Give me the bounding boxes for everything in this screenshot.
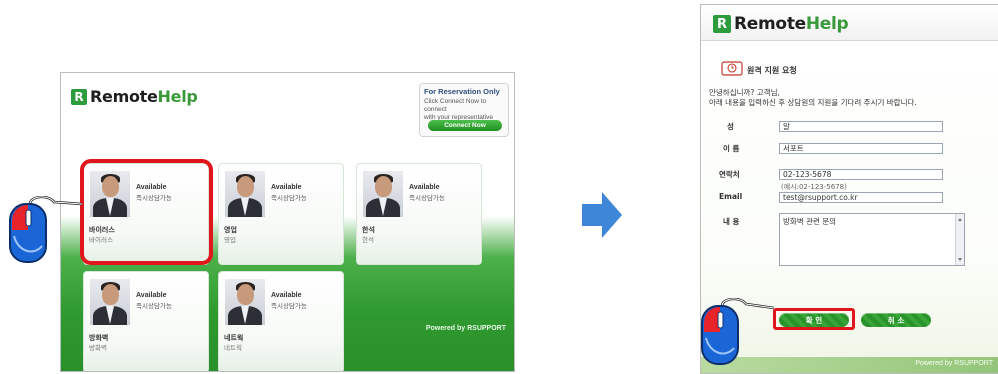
- request-title: 원격 지원 요청: [721, 60, 797, 80]
- surname-input[interactable]: 알: [779, 121, 943, 132]
- agent-status-en: Available: [136, 292, 167, 299]
- cancel-button[interactable]: 취 소: [861, 313, 931, 327]
- agent-status-ko: 즉시상담가능: [271, 303, 307, 310]
- agent-sub: 바이러스: [89, 237, 113, 244]
- agent-card[interactable]: Available 즉시상담가능 한석 한석: [356, 163, 482, 265]
- content-text: 방화벽 관련 문의: [783, 217, 837, 226]
- agent-selection-window: R RemoteHelp For Reservation Only Click …: [60, 72, 515, 372]
- agent-photo: [225, 171, 265, 217]
- agent-card[interactable]: Available 즉시상담가능 방화벽 방화벽: [83, 271, 209, 371]
- textarea-scrollbar[interactable]: [955, 214, 964, 265]
- logo-text-remote: Remote: [90, 87, 158, 106]
- agent-sub: 네트웍: [224, 345, 242, 352]
- mouse-icon: [700, 297, 780, 374]
- agent-status-en: Available: [409, 184, 440, 191]
- greeting-line2: 아래 내용을 입력하신 후 상담원의 지원을 기다려 주시기 바랍니다.: [709, 98, 917, 107]
- agent-photo: [90, 171, 130, 217]
- scroll-up-icon[interactable]: [958, 218, 962, 221]
- greeting-line1: 안녕하십니까? 고객님,: [709, 88, 780, 97]
- agent-status-ko: 즉시상담가능: [136, 303, 172, 310]
- agent-status-en: Available: [136, 184, 167, 191]
- connect-now-button[interactable]: Connect Now: [428, 120, 502, 131]
- logo-text-help: Help: [157, 87, 198, 106]
- reservation-box: For Reservation Only Click Connect Now t…: [419, 83, 509, 137]
- name-label: 이 름: [723, 144, 740, 153]
- greeting-text: 안녕하십니까? 고객님, 아래 내용을 입력하신 후 상담원의 지원을 기다려 …: [709, 88, 917, 108]
- scroll-down-icon[interactable]: [958, 258, 962, 261]
- agent-status-ko: 즉시상담가능: [409, 195, 445, 202]
- email-input[interactable]: test@rsupport.co.kr: [779, 192, 943, 203]
- agent-sub: 한석: [362, 237, 374, 244]
- agent-card[interactable]: Available 즉시상담가능 영업 영업: [218, 163, 344, 265]
- logo-mark-icon: R: [71, 88, 87, 105]
- calendar-icon: [721, 60, 743, 80]
- confirm-button-highlight: [773, 308, 855, 330]
- email-label: Email: [719, 192, 743, 201]
- logo-mark-icon: R: [713, 15, 731, 33]
- logo-text-remote: Remote: [734, 14, 806, 34]
- agent-card[interactable]: Available 즉시상담가능 네트웍 네트웍: [218, 271, 344, 371]
- agent-status-ko: 즉시상담가능: [136, 195, 172, 202]
- content-label: 내 용: [723, 217, 740, 226]
- reservation-title: For Reservation Only: [424, 87, 500, 96]
- phone-label: 연락처: [719, 170, 740, 179]
- request-title-text: 원격 지원 요청: [747, 65, 797, 75]
- agent-photo: [90, 279, 130, 325]
- remotehelp-logo: R RemoteHelp: [71, 87, 198, 106]
- logo-text-help: Help: [805, 14, 849, 34]
- powered-by-label: Powered by RSUPPORT: [425, 325, 506, 332]
- window-header: R RemoteHelp: [701, 5, 998, 41]
- reservation-desc-line1: Click Connect Now to connect: [424, 98, 487, 113]
- phone-input[interactable]: 02-123-5678: [779, 169, 943, 180]
- content-textarea[interactable]: 방화벽 관련 문의: [779, 213, 965, 266]
- surname-label: 성: [727, 122, 734, 131]
- name-input[interactable]: 서포트: [779, 143, 943, 154]
- agent-status-en: Available: [271, 292, 302, 299]
- powered-by-label: Powered by RSUPPORT: [915, 360, 993, 367]
- agent-status-ko: 즉시상담가능: [271, 195, 307, 202]
- agent-photo: [225, 279, 265, 325]
- agent-status-en: Available: [271, 184, 302, 191]
- agent-sub: 방화벽: [89, 345, 107, 352]
- phone-hint: (예시:02-123-5678): [781, 183, 847, 191]
- agent-card[interactable]: Available 즉시상담가능 바이러스 바이러스: [83, 163, 209, 265]
- agent-sub: 영업: [224, 237, 236, 244]
- mouse-icon: [8, 195, 88, 276]
- agent-photo: [363, 171, 403, 217]
- remotehelp-logo: R RemoteHelp: [713, 14, 849, 34]
- arrow-right-icon: [582, 192, 622, 242]
